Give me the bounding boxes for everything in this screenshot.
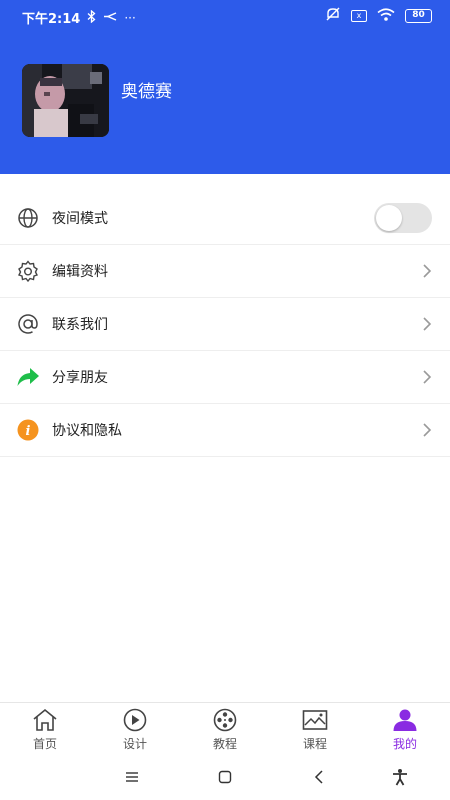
wifi-icon [377, 7, 395, 25]
menu-item-agreement-privacy[interactable]: i 协议和隐私 [0, 404, 450, 457]
more-dots-icon: ··· [124, 10, 136, 25]
tab-label: 设计 [122, 737, 147, 751]
menu-item-label: 夜间模式 [52, 211, 108, 227]
settings-menu: 夜间模式 编辑资料 联系我们 分享朋友 i 协议和隐私 [0, 192, 450, 457]
chevron-right-icon [422, 263, 432, 279]
info-icon: i [16, 418, 40, 442]
menu-item-label: 协议和隐私 [52, 423, 122, 439]
tab-design[interactable]: 设计 [90, 703, 180, 754]
status-time: 下午2:14 [22, 12, 81, 27]
night-mode-toggle[interactable] [374, 203, 432, 233]
username: 奥德赛 [121, 82, 172, 102]
tab-home[interactable]: 首页 [0, 703, 90, 754]
toggle-knob [376, 205, 402, 231]
chevron-right-icon [422, 316, 432, 332]
menu-item-night-mode[interactable]: 夜间模式 [0, 192, 450, 245]
chevron-right-icon [422, 369, 432, 385]
tab-label: 我的 [392, 737, 417, 751]
person-icon [391, 707, 419, 733]
accessibility-icon[interactable] [389, 766, 411, 788]
tab-label: 课程 [302, 737, 327, 751]
menu-item-label: 编辑资料 [52, 264, 108, 280]
menu-item-label: 分享朋友 [52, 370, 108, 386]
menu-item-contact-us[interactable]: 联系我们 [0, 298, 450, 351]
menu-icon[interactable] [121, 766, 143, 788]
play-circle-icon [121, 707, 149, 733]
bluetooth-icon [87, 9, 96, 26]
chevron-right-icon [422, 422, 432, 438]
share-arrow-icon [16, 365, 40, 389]
sim-icon: x [351, 10, 367, 22]
status-bar: 下午2:14 ··· x 80 [0, 0, 450, 32]
film-reel-icon [211, 707, 239, 733]
home-icon [31, 707, 59, 733]
globe-icon [16, 206, 40, 230]
at-icon [16, 312, 40, 336]
menu-item-edit-profile[interactable]: 编辑资料 [0, 245, 450, 298]
tab-label: 教程 [212, 737, 237, 751]
home-square-icon[interactable] [214, 766, 236, 788]
profile-header: 下午2:14 ··· x 80 奥德赛 [0, 0, 450, 174]
info-glyph: i [26, 424, 31, 439]
battery-icon: 80 [405, 9, 432, 23]
tab-label: 首页 [32, 737, 57, 751]
cast-icon [103, 11, 117, 25]
system-nav-bar [0, 754, 450, 800]
avatar[interactable] [22, 64, 109, 137]
bottom-tab-bar: 首页 设计 教程 课程 我的 [0, 702, 450, 754]
gear-icon [16, 259, 40, 283]
tab-mine[interactable]: 我的 [360, 703, 450, 754]
menu-item-share-friends[interactable]: 分享朋友 [0, 351, 450, 404]
picture-icon [301, 707, 329, 733]
mute-icon [325, 7, 341, 25]
tab-tutorial[interactable]: 教程 [180, 703, 270, 754]
menu-item-label: 联系我们 [52, 317, 108, 333]
tab-course[interactable]: 课程 [270, 703, 360, 754]
back-icon[interactable] [308, 766, 330, 788]
